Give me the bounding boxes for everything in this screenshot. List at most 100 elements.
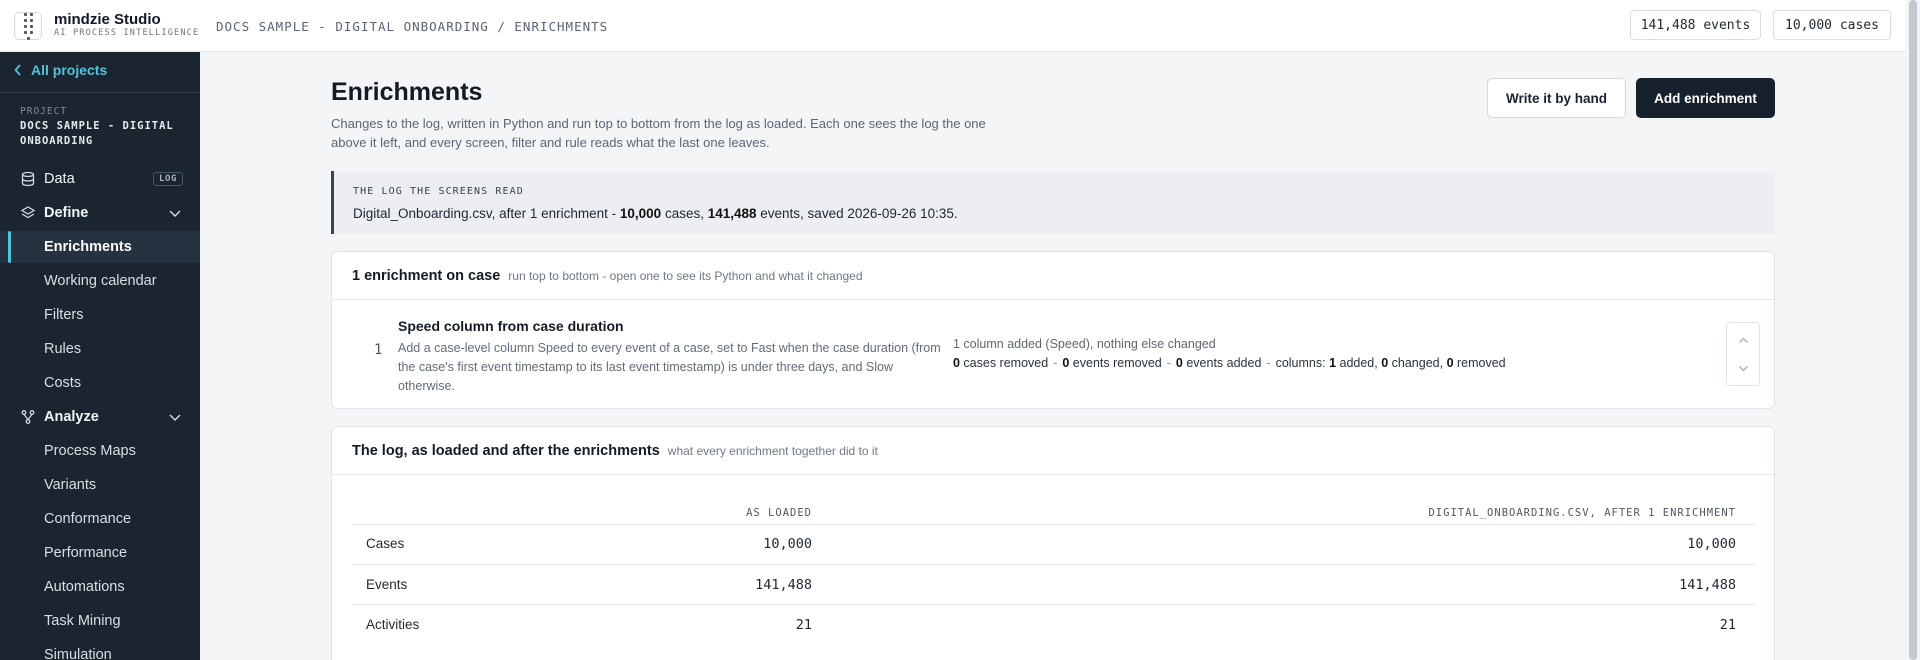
brand-name: mindzie Studio (54, 11, 161, 28)
callout-events-word: events, saved 2026-09-26 10:35. (756, 206, 958, 221)
brand[interactable]: mindzie Studio AI PROCESS INTELLIGENCE (54, 11, 199, 39)
sidebar-item-process-maps[interactable]: Process Maps (0, 435, 200, 467)
sidebar-item-label: Costs (44, 375, 82, 391)
callout-text: Digital_Onboarding.csv, after 1 enrichme… (353, 206, 958, 221)
row-value-after: 141,488 (1679, 577, 1736, 593)
sidebar-item-label: Conformance (44, 511, 132, 527)
sidebar-item-working-calendar[interactable]: Working calendar (0, 265, 200, 297)
enrichments-card-title: 1 enrichment on case run top to bottom - … (352, 268, 863, 284)
sidebar-item-label: Variants (44, 477, 97, 493)
card-title-text: 1 enrichment on case (352, 268, 501, 284)
reorder-control (1726, 322, 1760, 386)
row-value-after: 21 (1719, 617, 1736, 633)
events-count-chip: 141,488 events (1630, 10, 1761, 40)
stat-separator: - (1053, 356, 1058, 370)
write-by-hand-button[interactable]: Write it by hand (1487, 78, 1626, 118)
sidebar-divider (0, 92, 200, 93)
log-card-title: The log, as loaded and after the enrichm… (352, 443, 878, 459)
sidebar-item-enrichments[interactable]: Enrichments (0, 231, 200, 263)
stat-label: events removed (1069, 356, 1162, 370)
enrichment-stats: 0 cases removed -0 events removed -0 event… (953, 356, 1506, 370)
sidebar-item-label: Simulation (44, 647, 112, 660)
sidebar-item-rules[interactable]: Rules (0, 333, 200, 365)
stat-label: cases removed (959, 356, 1049, 370)
enrichment-summary: 1 column added (Speed), nothing else cha… (953, 337, 1216, 351)
row-label: Activities (366, 617, 420, 632)
stat-separator: - (1266, 356, 1271, 370)
sidebar-item-conformance[interactable]: Conformance (0, 503, 200, 535)
sidebar-item-label: Rules (44, 341, 82, 357)
row-value-after: 10,000 (1687, 536, 1736, 552)
app-grid-icon[interactable] (14, 12, 42, 40)
chevron-left-icon (14, 64, 21, 76)
sidebar-item-label: Filters (44, 307, 84, 323)
stat-label: added, (1336, 356, 1382, 370)
branch-icon (21, 410, 35, 424)
sidebar-item-task-mining[interactable]: Task Mining (0, 605, 200, 637)
stat-label: events added (1182, 356, 1262, 370)
column-header-after-enrichment: DIGITAL_ONBOARDING.CSV, AFTER 1 ENRICHME… (1428, 507, 1736, 519)
sidebar-section-define[interactable]: Define (0, 197, 200, 229)
move-up-icon[interactable] (1738, 335, 1749, 346)
breadcrumb: DOCS SAMPLE - DIGITAL ONBOARDING / ENRIC… (216, 19, 609, 34)
enrichments-card: 1 enrichment on case run top to bottom - … (331, 251, 1775, 409)
row-value-loaded: 10,000 (763, 536, 812, 552)
cases-count-chip: 10,000 cases (1773, 10, 1891, 40)
brand-subtitle: AI PROCESS INTELLIGENCE (54, 28, 200, 38)
table-divider (352, 524, 1756, 525)
all-projects-link[interactable]: All projects (14, 62, 107, 78)
sidebar-item-performance[interactable]: Performance (0, 537, 200, 569)
chevron-down-icon (169, 210, 181, 218)
sidebar-item-variants[interactable]: Variants (0, 469, 200, 501)
callout-label: THE LOG THE SCREENS READ (353, 186, 524, 197)
callout-events: 141,488 (707, 206, 757, 221)
all-projects-label: All projects (31, 62, 108, 78)
sidebar: All projects PROJECT DOCS SAMPLE - DIGIT… (0, 52, 200, 660)
sidebar-item-costs[interactable]: Costs (0, 367, 200, 399)
sidebar-item-label: Task Mining (44, 613, 121, 629)
enrichment-description: Add a case-level column Speed to every e… (398, 341, 941, 393)
row-label: Cases (366, 536, 405, 551)
log-card-header: The log, as loaded and after the enrichm… (332, 427, 1774, 475)
column-header-as-loaded: AS LOADED (746, 507, 812, 519)
callout-cases-word: cases, (661, 206, 708, 221)
move-down-icon[interactable] (1738, 363, 1749, 374)
layers-icon (20, 206, 36, 219)
scrollbar-thumb[interactable] (1909, 0, 1917, 660)
sidebar-item-filters[interactable]: Filters (0, 299, 200, 331)
log-badge: LOG (153, 172, 184, 186)
sidebar-item-label: Working calendar (44, 273, 157, 289)
stat-label: removed (1453, 356, 1506, 370)
card-title-text: The log, as loaded and after the enrichm… (352, 443, 660, 459)
project-label: PROJECT (20, 106, 68, 117)
stat-value: 0 (1446, 356, 1454, 370)
row-value-loaded: 21 (795, 617, 812, 633)
enrichment-title: Speed column from case duration (398, 318, 624, 334)
stat-separator: - (1166, 356, 1171, 370)
page-description: Changes to the log, written in Python an… (331, 116, 986, 150)
row-label: Events (366, 577, 408, 592)
sidebar-item-simulation[interactable]: Simulation (0, 639, 200, 660)
page-scrollbar[interactable] (1906, 0, 1920, 660)
card-hint: run top to bottom - open one to see its … (508, 269, 863, 283)
stat-value: 1 (1329, 356, 1337, 370)
top-bar: mindzie Studio AI PROCESS INTELLIGENCE D… (0, 0, 1920, 52)
stat-label: columns: (1275, 356, 1330, 370)
sidebar-section-analyze[interactable]: Analyze (0, 401, 200, 433)
table-divider (352, 604, 1756, 605)
stat-label: changed, (1388, 356, 1447, 370)
add-enrichment-button[interactable]: Add enrichment (1636, 78, 1775, 118)
log-summary-callout: THE LOG THE SCREENS READ Digital_Onboard… (331, 171, 1775, 234)
sidebar-item-data[interactable]: Data LOG (0, 163, 200, 195)
table-divider (352, 564, 1756, 565)
log-comparison-card: The log, as loaded and after the enrichm… (331, 426, 1775, 660)
page-title: Enrichments (331, 78, 483, 106)
sidebar-item-label: Performance (44, 545, 128, 561)
database-icon (21, 171, 35, 187)
sidebar-item-automations[interactable]: Automations (0, 571, 200, 603)
sidebar-item-label: Enrichments (44, 239, 132, 255)
callout-file: Digital_Onboarding.csv, after 1 enrichme… (353, 206, 620, 221)
row-value-loaded: 141,488 (755, 577, 812, 593)
stat-value: 0 (1175, 356, 1183, 370)
card-hint: what every enrichment together did to it (667, 444, 878, 458)
